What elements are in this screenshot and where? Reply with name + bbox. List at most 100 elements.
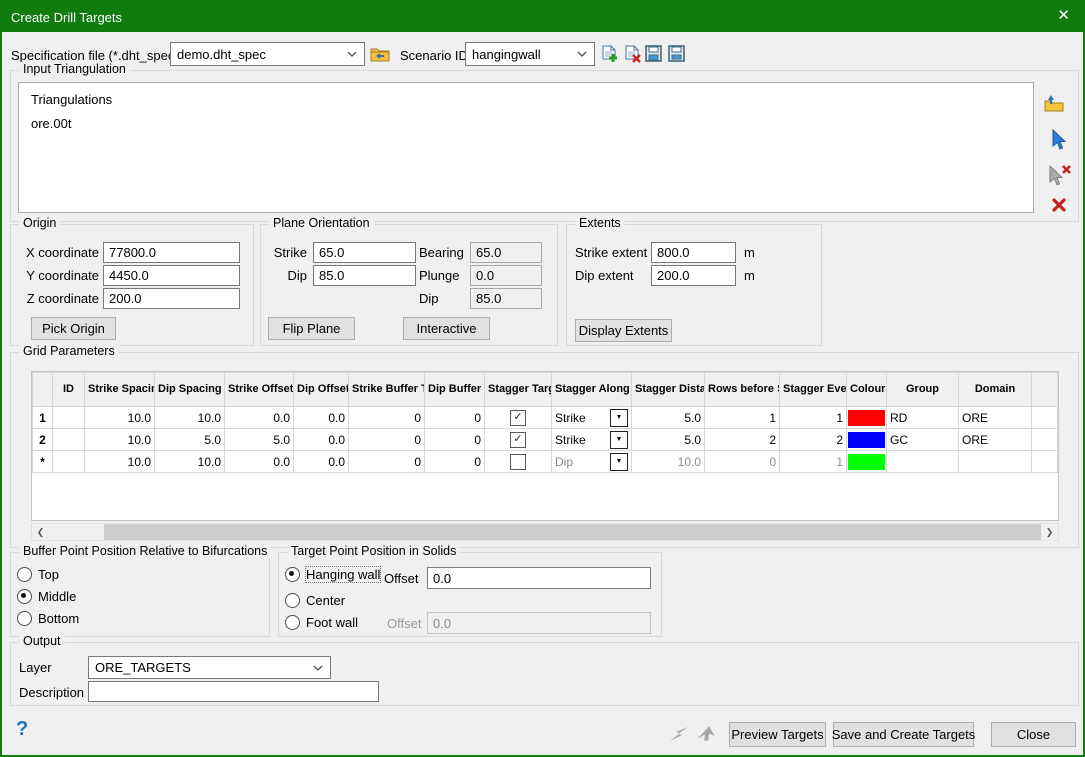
interactive-button[interactable]: Interactive [403,317,490,340]
radio-top[interactable]: Top [17,567,59,582]
column-header[interactable]: Group [887,373,959,407]
grid-cell-id[interactable] [53,451,85,473]
stagger-targets-checkbox[interactable]: ✓ [510,410,526,426]
grid-cell-id[interactable] [53,407,85,429]
row-header[interactable]: 2 [33,429,53,451]
grid-cell-strike-spacing[interactable]: 10.0 [85,451,155,473]
help-icon[interactable]: ? [16,718,28,741]
grid-cell-stagger-distance[interactable]: 10.0 [632,451,705,473]
column-header[interactable]: Strike Offset (m) [225,373,294,407]
save-and-create-targets-button[interactable]: Save and Create Targets [833,722,974,747]
column-header[interactable]: Strike Buffer Targets [349,373,425,407]
grid-cell-dip-offset[interactable]: 0.0 [294,451,349,473]
description-input[interactable] [88,681,379,702]
colour-swatch[interactable] [848,432,885,448]
grid-cell-group[interactable]: GC [887,429,959,451]
stagger-along-value[interactable]: Strike [555,433,610,447]
grid-cell-strike-spacing[interactable]: 10.0 [85,407,155,429]
radio-middle[interactable]: Middle [17,589,76,604]
column-header[interactable]: Rows before Staggering [705,373,780,407]
spec-file-combobox[interactable]: demo.dht_spec [170,42,365,66]
column-header[interactable]: Dip Buffer Targets [425,373,485,407]
grid-cell-domain[interactable]: ORE [959,429,1032,451]
stagger-along-value[interactable]: Dip [555,455,610,469]
grid-cell-dip-buffer[interactable]: 0 [425,451,485,473]
grid-cell-group[interactable]: RD [887,407,959,429]
pick-origin-button[interactable]: Pick Origin [31,317,116,340]
grid-cell-dip-spacing[interactable]: 10.0 [155,451,225,473]
grid-cell-stagger-distance[interactable]: 5.0 [632,429,705,451]
scenario-id-combobox[interactable]: hangingwall [465,42,595,66]
save-scenario-as-icon[interactable] [668,45,685,62]
colour-swatch[interactable] [848,454,885,470]
y-coordinate-input[interactable] [103,265,240,286]
grid-cell-dip-offset[interactable]: 0.0 [294,407,349,429]
radio-foot-wall[interactable]: Foot wall [285,615,358,630]
strike-input[interactable] [313,242,416,263]
grid-cell-strike-buffer[interactable]: 0 [349,407,425,429]
dip-input[interactable] [313,265,416,286]
grid-cell-strike-offset[interactable]: 0.0 [225,451,294,473]
grid-cell-stagger-distance[interactable]: 5.0 [632,407,705,429]
radio-center[interactable]: Center [285,593,345,608]
triangulation-list[interactable]: Triangulations ore.00t [18,82,1034,213]
grid-cell-rows-before[interactable]: 0 [705,451,780,473]
grid-cell-dip-spacing[interactable]: 10.0 [155,407,225,429]
grid-cell-domain[interactable]: ORE [959,407,1032,429]
scrollbar-thumb[interactable] [104,524,1041,540]
display-extents-button[interactable]: Display Extents [575,319,672,342]
close-icon[interactable]: ✕ [1057,7,1070,25]
triangulation-list-item[interactable]: ore.00t [31,116,71,131]
colour-swatch[interactable] [848,410,885,426]
grid-cell-dip-buffer[interactable]: 0 [425,429,485,451]
row-header[interactable]: * [33,451,53,473]
column-header[interactable]: Stagger Along [552,373,632,407]
grid-cell-rows-before[interactable]: 2 [705,429,780,451]
flip-plane-button[interactable]: Flip Plane [268,317,355,340]
column-header[interactable]: Stagger Every Rows [780,373,847,407]
grid-cell-dip-spacing[interactable]: 5.0 [155,429,225,451]
grid-cell-strike-offset[interactable]: 5.0 [225,429,294,451]
column-header[interactable]: Domain [959,373,1032,407]
delete-scenario-icon[interactable] [623,45,641,63]
deselect-cursor-icon[interactable] [1047,163,1073,187]
preview-targets-button[interactable]: Preview Targets [729,722,826,747]
dropdown-button[interactable]: ▼ [610,409,628,427]
grid-cell-dip-offset[interactable]: 0.0 [294,429,349,451]
grid-cell-stagger-every[interactable]: 2 [780,429,847,451]
radio-bottom[interactable]: Bottom [17,611,79,626]
grid-cell-strike-spacing[interactable]: 10.0 [85,429,155,451]
grid-cell-id[interactable] [53,429,85,451]
column-header[interactable]: Colour [847,373,887,407]
stagger-targets-checkbox[interactable]: ✓ [510,432,526,448]
column-header[interactable]: Dip Offset (m) [294,373,349,407]
grid-cell-strike-offset[interactable]: 0.0 [225,407,294,429]
scroll-left-icon[interactable]: ❮ [32,524,49,540]
column-header[interactable]: Stagger Distance (m) [632,373,705,407]
dip-extent-input[interactable] [651,265,736,286]
grid-cell-domain[interactable] [959,451,1032,473]
remove-triangulation-icon[interactable] [1051,197,1067,213]
stagger-targets-checkbox[interactable] [510,454,526,470]
grid-cell-stagger-every[interactable]: 1 [780,407,847,429]
layer-combobox[interactable]: ORE_TARGETS [88,656,331,679]
stagger-along-value[interactable]: Strike [555,411,610,425]
grid-cell-strike-buffer[interactable]: 0 [349,451,425,473]
load-triangulation-folder-icon[interactable] [1043,93,1065,113]
column-header[interactable]: Dip Spacing (m) [155,373,225,407]
offset-input[interactable] [427,567,651,589]
browse-spec-folder-icon[interactable] [370,45,390,62]
scroll-right-icon[interactable]: ❯ [1041,524,1058,540]
select-cursor-icon[interactable] [1051,129,1069,151]
save-scenario-icon[interactable] [645,45,662,62]
column-header[interactable]: Stagger Targets [485,373,552,407]
column-header[interactable]: ID [53,373,85,407]
grid-cell-group[interactable] [887,451,959,473]
row-header[interactable]: 1 [33,407,53,429]
x-coordinate-input[interactable] [103,242,240,263]
dropdown-button[interactable]: ▼ [610,431,628,449]
column-header[interactable]: Strike Spacing (m) [85,373,155,407]
radio-hanging-wall[interactable]: Hanging wall [285,567,380,582]
z-coordinate-input[interactable] [103,288,240,309]
grid-cell-stagger-every[interactable]: 1 [780,451,847,473]
